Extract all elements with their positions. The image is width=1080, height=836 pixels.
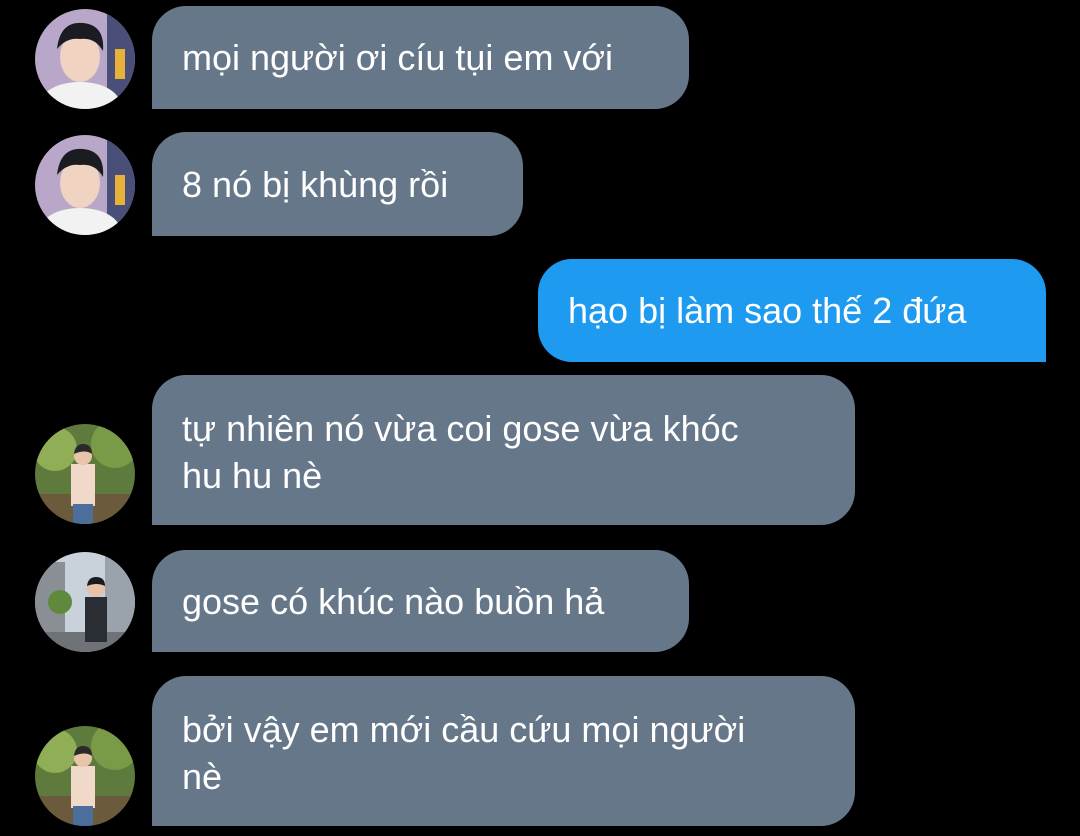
- sender-avatar-photo[interactable]: [35, 9, 135, 109]
- person-photo-icon: [35, 726, 135, 826]
- message-bubble[interactable]: mọi người ơi cíu tụi em với: [152, 6, 689, 109]
- message-text: 8 nó bị khùng rồi: [182, 163, 449, 205]
- message-text: nè: [182, 756, 223, 797]
- message-bubble-outgoing[interactable]: hạo bị làm sao thế 2 đứa: [538, 259, 1046, 362]
- message-text-block: tự nhiên nó vừa coi gose vừa khóc hu hu …: [182, 405, 739, 499]
- person-photo-icon: [35, 552, 135, 652]
- sender-avatar-photo[interactable]: [35, 726, 135, 826]
- message-text-block: bởi vậy em mới cầu cứu mọi người nè: [182, 706, 745, 800]
- sender-avatar-photo[interactable]: [35, 424, 135, 524]
- message-bubble[interactable]: gose có khúc nào buồn hả: [152, 550, 689, 652]
- message-text: tự nhiên nó vừa coi gose vừa khóc: [182, 408, 739, 449]
- message-text: hu hu nè: [182, 455, 323, 496]
- message-text: mọi người ơi cíu tụi em với: [182, 37, 614, 78]
- sender-avatar-photo[interactable]: [35, 135, 135, 235]
- message-text: bởi vậy em mới cầu cứu mọi người: [182, 709, 746, 750]
- message-bubble[interactable]: bởi vậy em mới cầu cứu mọi người nè: [152, 676, 855, 826]
- message-bubble[interactable]: tự nhiên nó vừa coi gose vừa khóc hu hu …: [152, 375, 855, 525]
- sender-avatar-photo[interactable]: [35, 552, 135, 652]
- message-text: gose có khúc nào buồn hả: [182, 580, 605, 622]
- person-photo-icon: [35, 424, 135, 524]
- person-photo-icon: [35, 135, 135, 235]
- message-text: hạo bị làm sao thế 2 đứa: [568, 290, 967, 331]
- person-photo-icon: [35, 9, 135, 109]
- message-bubble[interactable]: 8 nó bị khùng rồi: [152, 132, 523, 236]
